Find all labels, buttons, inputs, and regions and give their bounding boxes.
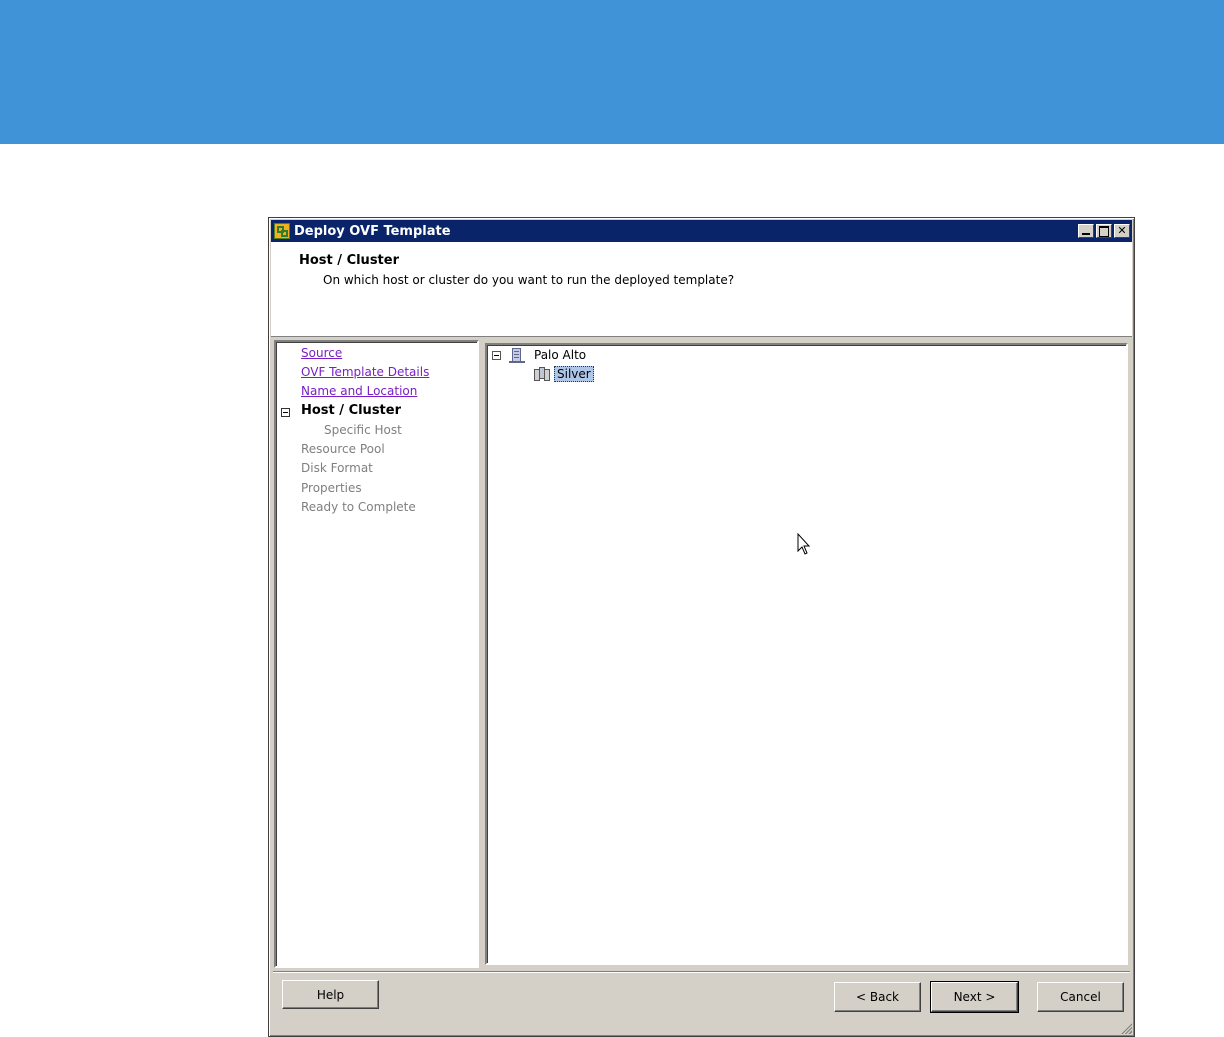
step-source[interactable]: Source (301, 346, 342, 360)
maximize-button[interactable] (1096, 224, 1112, 238)
step-ready-to-complete: Ready to Complete (301, 500, 416, 514)
deploy-ovf-dialog: Deploy OVF Template Host / Cluster On wh… (268, 217, 1135, 1037)
step-specific-host: Specific Host (324, 423, 402, 437)
cancel-button[interactable]: Cancel (1037, 982, 1124, 1012)
title-bar[interactable]: Deploy OVF Template (271, 220, 1132, 242)
tree-node-label: Palo Alto (534, 348, 587, 362)
tree-node-cluster[interactable]: Silver (534, 366, 594, 382)
wizard-header: Host / Cluster On which host or cluster … (271, 242, 1132, 337)
step-ovf-template-details[interactable]: OVF Template Details (301, 365, 429, 379)
inventory-tree[interactable]: Palo Alto Silver (485, 343, 1128, 965)
cluster-icon (534, 366, 550, 382)
tree-node-datacenter[interactable]: Palo Alto (492, 347, 586, 363)
step-host-cluster: Host / Cluster (301, 403, 401, 418)
top-banner (0, 0, 1224, 144)
page-subtitle: On which host or cluster do you want to … (323, 273, 735, 287)
help-button[interactable]: Help (282, 980, 379, 1009)
next-button[interactable]: Next > (930, 981, 1019, 1013)
step-properties: Properties (301, 481, 362, 495)
wizard-steps-panel: Source OVF Template Details Name and Loc… (274, 340, 479, 968)
resize-grip-icon[interactable] (1120, 1022, 1132, 1034)
page-title: Host / Cluster (299, 253, 399, 268)
mouse-cursor-icon (797, 533, 811, 555)
step-disk-format: Disk Format (301, 461, 373, 475)
step-resource-pool: Resource Pool (301, 442, 385, 456)
collapse-icon[interactable] (492, 350, 501, 360)
footer-divider (273, 971, 1130, 973)
collapse-icon[interactable] (281, 408, 290, 417)
minimize-button[interactable] (1078, 224, 1094, 238)
datacenter-icon (509, 347, 525, 363)
back-button[interactable]: < Back (834, 982, 921, 1012)
step-name-and-location[interactable]: Name and Location (301, 384, 417, 398)
close-button[interactable] (1114, 224, 1130, 238)
tree-node-label: Silver (554, 366, 594, 382)
window-controls (1076, 224, 1130, 238)
vsphere-app-icon (274, 223, 290, 239)
window-title: Deploy OVF Template (294, 223, 451, 239)
